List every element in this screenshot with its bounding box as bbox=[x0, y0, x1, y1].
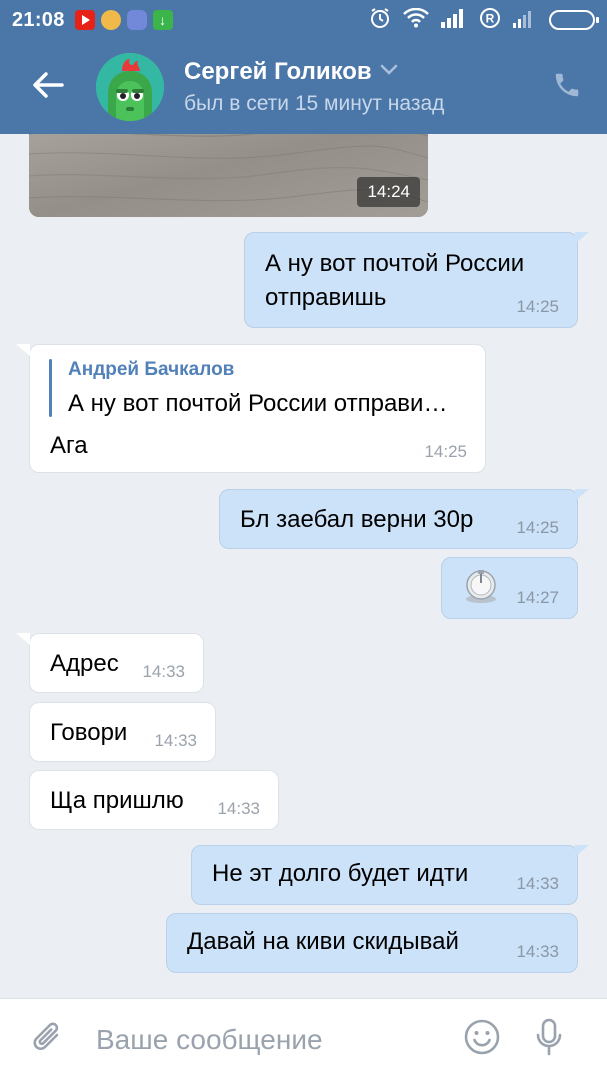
outgoing-message[interactable]: Бл заебал верни 30р 14:25 bbox=[219, 489, 589, 549]
outgoing-message[interactable]: 14:27 bbox=[441, 557, 578, 619]
message-composer bbox=[0, 998, 607, 1080]
message-text: отправишь bbox=[265, 284, 387, 311]
message-text: Давай на киви скидывай bbox=[187, 928, 459, 955]
signal-weak-icon bbox=[513, 8, 537, 33]
incoming-message[interactable]: Андрей Бачкалов А ну вот почтой России о… bbox=[16, 344, 486, 473]
message-list[interactable]: 14:24 А ну вот почтой России отправишь 1… bbox=[0, 134, 607, 998]
roaming-icon: R bbox=[479, 7, 501, 34]
message-time: 14:25 bbox=[516, 518, 559, 537]
message-text: А ну вот почтой России bbox=[265, 250, 525, 277]
system-icons: R bbox=[369, 7, 599, 34]
message-time: 14:33 bbox=[516, 874, 559, 893]
contact-avatar[interactable] bbox=[96, 53, 164, 121]
message-input[interactable] bbox=[96, 1009, 436, 1070]
youtube-icon bbox=[74, 10, 95, 30]
alarm-icon bbox=[369, 7, 391, 34]
message-text: Бл заебал верни 30р bbox=[240, 506, 474, 533]
message-time: 14:33 bbox=[142, 662, 185, 681]
smile-icon bbox=[463, 1018, 501, 1061]
battery-icon bbox=[549, 10, 599, 30]
wifi-icon bbox=[403, 7, 429, 33]
contact-info[interactable]: Сергей Голиков был в сети 15 минут назад bbox=[184, 58, 444, 116]
microphone-icon bbox=[534, 1017, 564, 1062]
emoji-button[interactable] bbox=[452, 999, 512, 1080]
reply-quote-bar bbox=[49, 359, 52, 417]
avatar-app-icon bbox=[100, 10, 121, 30]
paperclip-icon bbox=[31, 1017, 65, 1062]
outgoing-message[interactable]: Давай на киви скидывай 14:33 bbox=[166, 913, 578, 973]
message-text: Не эт долго будет идти bbox=[212, 860, 469, 887]
phone-icon bbox=[552, 70, 582, 105]
download-icon: ↓ bbox=[152, 10, 173, 30]
incoming-message[interactable]: Адрес 14:33 bbox=[16, 633, 204, 693]
photo-attachment[interactable]: 14:24 bbox=[29, 134, 428, 217]
contact-name: Сергей Голиков bbox=[184, 58, 372, 85]
chat-header: Сергей Голиков был в сети 15 минут назад bbox=[0, 40, 607, 134]
message-time: 14:25 bbox=[424, 442, 467, 461]
outgoing-message[interactable]: А ну вот почтой России отправишь 14:25 bbox=[244, 232, 589, 328]
message-time: 14:25 bbox=[516, 297, 559, 316]
last-seen-status: был в сети 15 минут назад bbox=[184, 92, 445, 115]
message-text: Ща пришлю bbox=[50, 787, 184, 814]
svg-text:R: R bbox=[486, 11, 495, 25]
message-time: 14:27 bbox=[516, 588, 559, 607]
incoming-message[interactable]: Говори 14:33 bbox=[29, 702, 216, 762]
outgoing-message[interactable]: Не эт долго будет идти 14:33 bbox=[191, 845, 589, 905]
microphone-button[interactable] bbox=[512, 999, 586, 1080]
notification-icons: ↓ bbox=[74, 10, 173, 30]
message-text: Говори bbox=[50, 719, 128, 746]
message-text: Адрес bbox=[50, 650, 119, 677]
chevron-down-icon bbox=[380, 63, 398, 81]
attach-button[interactable] bbox=[0, 999, 96, 1080]
message-text: Ага bbox=[50, 432, 88, 459]
sticker-icon[interactable] bbox=[464, 568, 498, 604]
signal-icon bbox=[441, 8, 467, 33]
message-time: 14:33 bbox=[217, 799, 260, 818]
message-time: 14:33 bbox=[516, 942, 559, 961]
reply-author[interactable]: Андрей Бачкалов bbox=[68, 359, 234, 381]
arrow-left-icon bbox=[32, 71, 64, 104]
message-time: 14:33 bbox=[154, 731, 197, 750]
reply-text: А ну вот почтой России отправи… bbox=[68, 390, 448, 417]
incoming-message[interactable]: Ща пришлю 14:33 bbox=[29, 770, 279, 830]
status-time: 21:08 bbox=[12, 8, 65, 31]
back-button[interactable] bbox=[0, 40, 96, 134]
discord-icon bbox=[126, 10, 147, 30]
message-time: 14:24 bbox=[357, 177, 420, 207]
status-bar: 21:08 ↓ R bbox=[0, 0, 607, 40]
call-button[interactable] bbox=[527, 40, 607, 134]
